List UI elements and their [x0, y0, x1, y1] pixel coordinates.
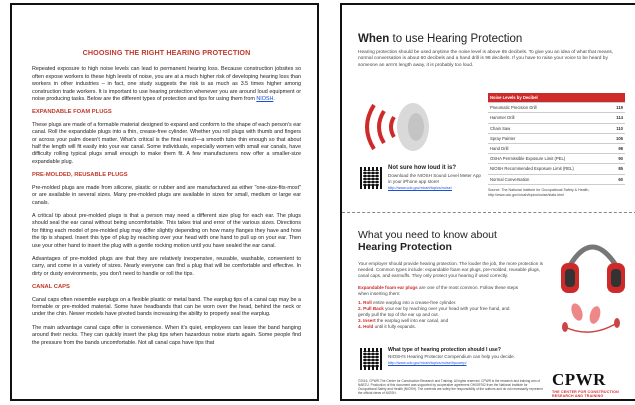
- table-header: Noise Levels by Decibel: [488, 93, 625, 104]
- page-title: CHOOSING THE RIGHT HEARING PROTECTION: [82, 48, 251, 57]
- copyright-footer: ©2016, CPWR-The Center for Construction …: [358, 379, 543, 395]
- sound-app-link[interactable]: http://www.cdc.gov/niosh/topics/noise/: [388, 185, 484, 191]
- row-label: Pneumatic Precision Drill: [488, 102, 610, 114]
- table-row: Pneumatic Precision Drill 119: [488, 102, 625, 114]
- foam-paragraph: These plugs are made of a formable mater…: [32, 121, 301, 165]
- table-row: Chain Saw 110: [488, 123, 625, 134]
- step-number: 4.: [358, 323, 362, 329]
- row-value: 85: [609, 163, 625, 175]
- noise-level-table: Noise Levels by Decibel Pneumatic Precis…: [488, 93, 625, 185]
- canal-paragraph-1: Canal caps often resemble earplugs on a …: [32, 296, 301, 318]
- row-value: 114: [609, 112, 625, 124]
- row-label: OSHA Permissible Exposure Limit (PEL): [488, 153, 610, 165]
- step-action: Insert: [363, 317, 376, 323]
- what-type-block: What type of hearing protection should I…: [388, 347, 558, 366]
- section-title-what-line2: Hearing Protection: [358, 241, 452, 253]
- row-value: 110: [609, 123, 625, 134]
- intro-paragraph: Repeated exposure to high noise levels c…: [32, 66, 301, 103]
- step-number: 2.: [358, 305, 362, 311]
- row-label: Chain Saw: [488, 123, 610, 134]
- niosh-link[interactable]: NIOSH: [256, 96, 273, 102]
- compendium-link[interactable]: http://www.cdc.gov/niosh/topics/noise/hp…: [388, 360, 558, 366]
- row-label: NIOSH Recommended Exposure Limit (REL): [488, 163, 610, 175]
- heading-premolded-plugs: PRE-MOLDED, REUSABLE PLUGS: [32, 172, 128, 179]
- list-item: 4. Hold until it fully expands.: [358, 324, 518, 330]
- table-row: OSHA Permissible Exposure Limit (PEL) 90: [488, 153, 625, 165]
- premolded-paragraph-2: A critical tip about pre-molded plugs is…: [32, 212, 301, 249]
- step-text: until it fully expands.: [373, 323, 416, 329]
- row-value: 119: [609, 102, 625, 114]
- table-row: NIOSH Recommended Exposure Limit (REL) 85: [488, 163, 625, 175]
- heading-canal-caps: CANAL CAPS: [32, 284, 70, 291]
- logo-text: CPWR: [552, 370, 606, 389]
- row-value: 98: [609, 143, 625, 155]
- section-divider: [342, 212, 635, 213]
- qr-code-icon: [360, 167, 382, 189]
- step-action: Hold: [363, 323, 374, 329]
- logo-subtitle: THE CENTER FOR CONSTRUCTION RESEARCH AND…: [552, 390, 619, 398]
- step-text: the earplug well into ear canal, and: [375, 317, 449, 323]
- foam-steps-intro: Expandable foam ear plugs are one of the…: [358, 285, 523, 297]
- ear-noise-illustration: [365, 103, 429, 151]
- list-item: 2. Pull Back your ear by reaching over y…: [358, 306, 518, 318]
- heading-foam-plugs: EXPANDABLE FOAM PLUGS: [32, 109, 112, 116]
- what-type-title: What type of hearing protection should I…: [388, 347, 501, 353]
- premolded-paragraph-1: Pre-molded plugs are made from silicone,…: [32, 184, 301, 206]
- row-label: Normal Conversation: [488, 174, 610, 185]
- step-action: Roll: [363, 300, 372, 305]
- step-text: entire earplug into a crease-free cylind…: [371, 300, 457, 305]
- row-value: 60: [609, 174, 625, 185]
- row-value: 90: [609, 153, 625, 165]
- not-sure-text: Download the NIOSH Sound Level Meter App…: [388, 173, 481, 184]
- section-title-what-line1: What you need to know about: [358, 229, 497, 241]
- row-label: Spray Painter: [488, 133, 610, 144]
- qr-code-icon: [360, 348, 382, 370]
- step-number: 1.: [358, 300, 362, 305]
- table-source: Source: The National Institute for Occup…: [488, 188, 590, 197]
- table-row: Hand Drill 98: [488, 143, 625, 155]
- insertion-steps-list: 1. Roll entire earplug into a crease-fre…: [358, 300, 518, 330]
- not-sure-block: Not sure how loud it is? Download the NI…: [388, 165, 484, 191]
- row-label: Hammer Drill: [488, 112, 610, 124]
- premolded-paragraph-3: Advantages of pre-molded plugs are that …: [32, 255, 301, 277]
- table-header-row: Noise Levels by Decibel: [488, 93, 625, 104]
- not-sure-title: Not sure how loud it is?: [388, 165, 456, 171]
- table-row: Spray Painter 105: [488, 133, 625, 144]
- what-intro: Your employer should provide hearing pro…: [358, 261, 543, 278]
- cpwr-logo: CPWR THE CENTER FOR CONSTRUCTION RESEARC…: [552, 370, 622, 398]
- section-title-when: When to use Hearing Protection: [358, 33, 628, 45]
- right-document-page: When to use Hearing Protection Hearing p…: [340, 3, 635, 401]
- table-row: Normal Conversation 60: [488, 174, 625, 185]
- row-value: 105: [609, 133, 625, 144]
- row-label: Hand Drill: [488, 143, 610, 155]
- when-intro: Hearing protection should be used anytim…: [358, 50, 614, 68]
- title-rest: to use Hearing Protection: [389, 33, 523, 45]
- step-number: 3.: [358, 317, 362, 323]
- foam-lead: Expandable foam ear plugs: [358, 285, 418, 290]
- earmuff-earplug-illustration: [561, 244, 625, 333]
- title-bold: When: [358, 33, 390, 45]
- table-row: Hammer Drill 114: [488, 112, 625, 124]
- step-action: Pull Back: [363, 305, 384, 311]
- canal-paragraph-2: The main advantage canal caps offer is c…: [32, 324, 301, 346]
- left-document-page: CHOOSING THE RIGHT HEARING PROTECTION Re…: [10, 3, 319, 401]
